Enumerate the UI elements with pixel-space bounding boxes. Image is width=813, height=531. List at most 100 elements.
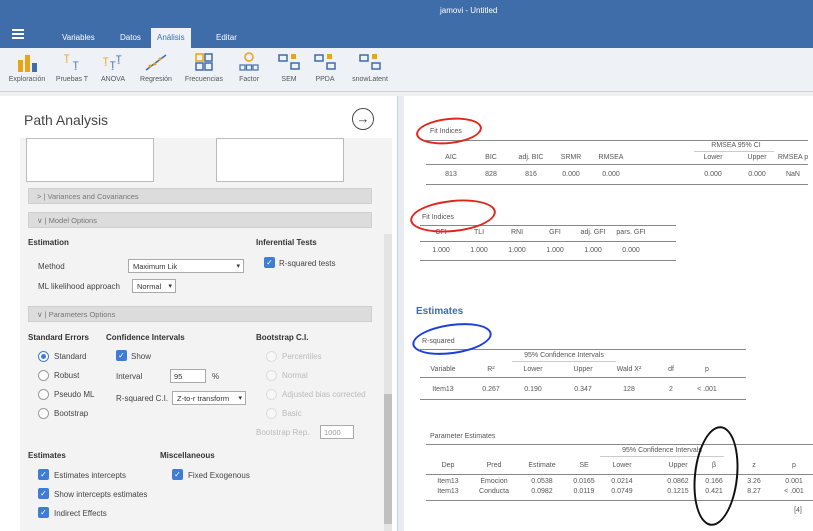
table-cell: 0.000	[704, 171, 722, 178]
table-header-cell: BIC	[485, 154, 497, 161]
tab-datos[interactable]: Datos	[114, 30, 147, 45]
table-cell: 0.267	[482, 386, 500, 393]
ribbon-sem[interactable]: SEM	[272, 52, 306, 83]
table-cell: 816	[525, 171, 537, 178]
variables-box-right[interactable]	[216, 138, 344, 182]
table-header-cell: pars. GFI	[616, 229, 646, 236]
table-rule	[420, 377, 746, 378]
parameter-estimates-caption: Parameter Estimates	[430, 433, 496, 440]
table-header-cell: adj. BIC	[518, 154, 544, 161]
ci-heading: Confidence Intervals	[106, 333, 185, 342]
table-cell: 828	[485, 171, 497, 178]
table-cell: 0.0982	[531, 488, 553, 495]
boot-adjusted-radio[interactable]	[266, 389, 277, 400]
table-header-cell: RMSEA p	[777, 154, 809, 161]
fixed-exogenous-checkbox[interactable]: ✓	[172, 469, 183, 480]
table-cell: 0.190	[524, 386, 542, 393]
regression-icon	[145, 52, 167, 72]
svg-text:Ţ: Ţ	[115, 55, 122, 65]
boot-normal-label: Normal	[282, 371, 308, 380]
se-pseudo-ml-radio[interactable]	[38, 389, 49, 400]
table-header-cell: Upper	[573, 366, 593, 373]
table-rule	[426, 474, 813, 475]
table-cell: 1.000	[470, 247, 488, 254]
tab-variables[interactable]: Variables	[56, 30, 101, 45]
options-scrollbar[interactable]	[384, 234, 392, 531]
ppda-icon	[314, 52, 336, 72]
ribbon-frecuencias[interactable]: Frecuencias	[180, 52, 228, 83]
variables-box-left[interactable]	[26, 138, 154, 182]
table-cell: 128	[623, 386, 635, 393]
tab-editar[interactable]: Editar	[210, 30, 243, 45]
std-errors-heading: Standard Errors	[28, 333, 89, 342]
table-cell: 0.0749	[611, 488, 633, 495]
table-cell: 0.0165	[573, 478, 595, 485]
table-header-cell: TLI	[473, 229, 485, 236]
section-model-options[interactable]: ∨ | Model Options	[28, 212, 372, 228]
table-header-cell: z	[752, 462, 756, 469]
table-cell: 1.000	[546, 247, 564, 254]
table-cell: 0.000	[748, 171, 766, 178]
table-cell: 0.001	[785, 478, 803, 485]
results-panel: Fit Indices RMSEA 95% CI AIC BIC adj. BIC S…	[404, 96, 813, 531]
rsq-ci-select[interactable]: Z-to-r transform ▾	[172, 391, 246, 405]
chevron-down-icon: ∨	[37, 216, 43, 225]
ci-percent-label: %	[212, 372, 220, 381]
ci-show-checkbox[interactable]: ✓	[116, 350, 127, 361]
boot-adjusted-label: Adjusted bias corrected	[282, 390, 366, 399]
ml-approach-select[interactable]: Normal ▾	[132, 279, 176, 293]
boot-basic-radio[interactable]	[266, 408, 277, 419]
table-cell: 0.0538	[531, 478, 553, 485]
ribbon-snowlatent[interactable]: snowLatent	[348, 52, 392, 83]
ci-interval-input[interactable]: 95	[170, 369, 206, 383]
table-cell: Conducta	[479, 488, 509, 495]
boot-reps-input[interactable]: 1000	[320, 425, 354, 439]
ribbon-regresion[interactable]: Regresión	[134, 52, 178, 83]
table-cell: 8.27	[747, 488, 761, 495]
method-select[interactable]: Maximum Lik ▾	[128, 259, 244, 273]
table-cell: < .001	[697, 386, 717, 393]
ribbon-pruebas-t[interactable]: ŢŢ Pruebas T	[52, 52, 92, 83]
options-scroll-area[interactable]: > | Variances and Covariances ∨ | Model …	[20, 138, 392, 531]
menu-bar: Variables Datos Análisis Editar	[0, 22, 813, 48]
ribbon-ppda[interactable]: PPDA	[308, 52, 342, 83]
indirect-effects-checkbox[interactable]: ✓	[38, 507, 49, 518]
blue-annotation-oval	[410, 318, 494, 360]
boot-percentiles-radio[interactable]	[266, 351, 277, 362]
ribbon-factor[interactable]: Factor	[232, 52, 266, 83]
estimates-intercepts-checkbox[interactable]: ✓	[38, 469, 49, 480]
run-arrow-button[interactable]: →	[352, 108, 374, 130]
table-cell: 0.000	[622, 247, 640, 254]
panel-title: Path Analysis	[24, 112, 109, 128]
hamburger-menu-icon[interactable]	[12, 29, 24, 39]
window-title: jamovi - Untitled	[440, 6, 498, 15]
ribbon-anova[interactable]: ŢŢŢ ANOVA	[94, 52, 132, 83]
scrollbar-thumb[interactable]	[384, 394, 392, 524]
table-header-cell: Estimate	[528, 462, 556, 469]
se-bootstrap-radio[interactable]	[38, 408, 49, 419]
tab-analisis[interactable]: Análisis	[151, 28, 191, 48]
rsq-tests-label: R-squared tests	[279, 259, 336, 268]
svg-text:Ţ: Ţ	[109, 61, 116, 71]
table-rule	[420, 241, 676, 242]
se-standard-radio[interactable]	[38, 351, 49, 362]
section-parameters-options[interactable]: ∨ | Parameters Options	[28, 306, 372, 322]
analysis-ribbon: Exploración ŢŢ Pruebas T ŢŢŢ ANOVA Regre…	[0, 48, 813, 92]
table-cell: 1.000	[432, 247, 450, 254]
section-variances[interactable]: > | Variances and Covariances	[28, 188, 372, 204]
table-cell: Item13	[437, 488, 459, 495]
rsq-tests-checkbox[interactable]: ✓	[264, 257, 275, 268]
boot-normal-radio[interactable]	[266, 370, 277, 381]
svg-text:Ţ: Ţ	[72, 61, 79, 71]
ribbon-exploracion[interactable]: Exploración	[4, 52, 50, 83]
sem-icon	[278, 52, 300, 72]
show-intercepts-checkbox[interactable]: ✓	[38, 488, 49, 499]
table-rule	[420, 399, 746, 400]
se-robust-label: Robust	[54, 371, 80, 380]
table-cell: 0.000	[562, 171, 580, 178]
table-header-cell: Variable	[430, 366, 456, 373]
anova-icon: ŢŢŢ	[102, 52, 124, 72]
show-intercepts-label: Show intercepts estimates	[54, 490, 148, 499]
table-rule	[694, 151, 774, 152]
se-robust-radio[interactable]	[38, 370, 49, 381]
